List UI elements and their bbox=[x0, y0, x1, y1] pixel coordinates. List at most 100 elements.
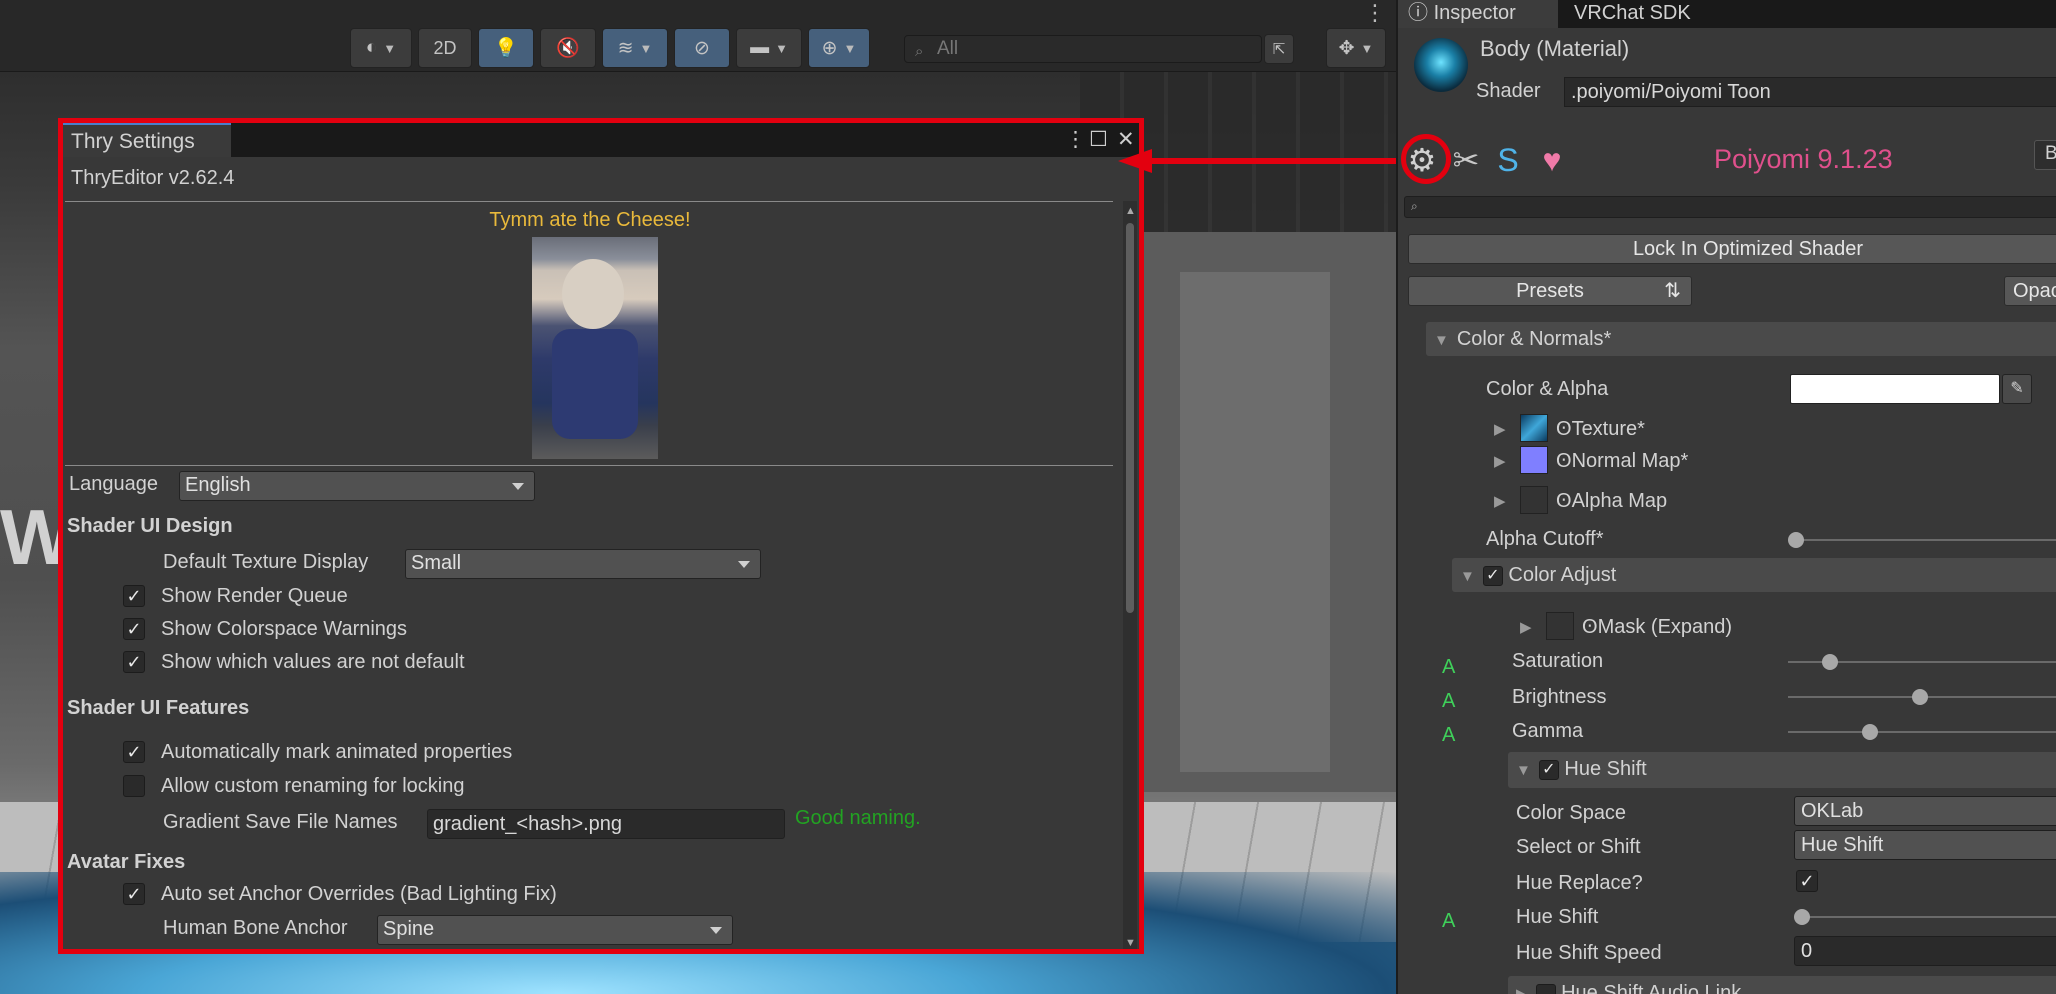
auto-anchor-checkbox[interactable]: ✓ bbox=[123, 883, 145, 905]
more-options-icon[interactable]: ⋮ bbox=[1364, 0, 1386, 26]
animated-marker: A bbox=[1442, 690, 1456, 712]
right-button[interactable]: B bbox=[2034, 140, 2056, 170]
show-render-queue-checkbox[interactable]: ✓ bbox=[123, 585, 145, 607]
cheese-photo bbox=[532, 237, 658, 459]
thry-settings-window: Thry Settings ⋮ ☐ ✕ ThryEditor v2.62.4 T… bbox=[58, 118, 1144, 954]
default-texture-label: Default Texture Display bbox=[163, 551, 369, 573]
normal-map-thumbnail[interactable] bbox=[1520, 446, 1548, 474]
gamma-slider[interactable] bbox=[1788, 731, 2056, 733]
default-texture-value: Small bbox=[411, 552, 462, 574]
stack-icon[interactable]: S bbox=[1488, 140, 1528, 180]
alpha-map-thumbnail[interactable] bbox=[1520, 486, 1548, 514]
thry-settings-tab[interactable]: Thry Settings bbox=[63, 123, 231, 157]
heart-icon[interactable]: ♥ bbox=[1532, 140, 1572, 180]
show-colorspace-checkbox[interactable]: ✓ bbox=[123, 618, 145, 640]
info-icon: ⓘ bbox=[1408, 2, 1434, 24]
scene-search-input[interactable]: ⌕ All bbox=[904, 35, 1262, 63]
maximize-icon[interactable]: ☐ bbox=[1089, 127, 1108, 152]
opacity-button[interactable]: Opac bbox=[2004, 276, 2056, 306]
color-adjust-checkbox[interactable]: ✓ bbox=[1482, 565, 1503, 586]
expand-triangle-icon[interactable]: ▶ bbox=[1520, 618, 1532, 636]
alpha-cutoff-knob[interactable] bbox=[1788, 532, 1804, 548]
hue-shift-label: Hue Shift bbox=[1516, 906, 1599, 928]
hue-replace-checkbox[interactable]: ✓ bbox=[1796, 870, 1818, 892]
mode-2d-button[interactable]: 2D bbox=[418, 28, 472, 68]
gradient-label: Gradient Save File Names bbox=[163, 811, 398, 833]
group-color-normals[interactable]: ▼ Color & Normals* bbox=[1426, 322, 2056, 356]
scrollbar-thumb[interactable] bbox=[1126, 223, 1134, 613]
group-hue-shift[interactable]: ▼ ✓ Hue Shift bbox=[1508, 752, 2056, 788]
color-adjust-label: Color Adjust bbox=[1508, 564, 1617, 586]
color-alpha-label: Color & Alpha bbox=[1486, 378, 1609, 400]
scroll-down-arrow-icon[interactable]: ▼ bbox=[1125, 937, 1136, 949]
gizmos-toggle[interactable]: ⊕ ▼ bbox=[808, 28, 870, 68]
visibility-toggle[interactable]: ⊘ bbox=[674, 28, 730, 68]
menu-icon[interactable]: ⋮ bbox=[1065, 127, 1086, 152]
inspector-panel: ⓘ Inspector VRChat SDK Body (Material) S… bbox=[1396, 0, 2056, 994]
lock-in-button[interactable]: Lock In Optimized Shader bbox=[1408, 234, 2056, 264]
search-options-button[interactable]: ⇱ bbox=[1264, 34, 1294, 64]
alpha-map-text: Alpha Map bbox=[1571, 490, 1668, 512]
hue-shift-group-label: Hue Shift bbox=[1564, 758, 1647, 780]
mute-icon: 🔇 bbox=[556, 38, 580, 59]
expand-triangle-icon[interactable]: ▶ bbox=[1494, 452, 1506, 470]
thry-settings-body: Tymm ate the Cheese! Language English Sh… bbox=[63, 201, 1117, 949]
color-space-select[interactable]: OKLab bbox=[1794, 796, 2056, 826]
hue-audio-checkbox[interactable] bbox=[1535, 983, 1556, 994]
mask-thumbnail[interactable] bbox=[1546, 612, 1574, 640]
group-color-adjust[interactable]: ▼ ✓ Color Adjust bbox=[1452, 558, 2056, 592]
tools-icon[interactable]: ✂ bbox=[1446, 140, 1486, 180]
poiyomi-version: Poiyomi 9.1.23 bbox=[1714, 144, 1893, 174]
property-search-input[interactable]: ⌕ bbox=[1404, 196, 2056, 218]
brightness-knob[interactable] bbox=[1912, 689, 1928, 705]
alpha-cutoff-slider[interactable] bbox=[1794, 539, 2056, 541]
language-select[interactable]: English bbox=[179, 471, 535, 501]
expand-triangle-icon[interactable]: ▶ bbox=[1494, 492, 1506, 510]
collapse-triangle-icon: ▼ bbox=[1516, 762, 1531, 779]
tab-vrchat-sdk[interactable]: VRChat SDK bbox=[1564, 0, 1701, 28]
shader-select[interactable]: .poiyomi/Poiyomi Toon bbox=[1564, 77, 2056, 107]
annotation-arrow-head bbox=[1118, 149, 1152, 173]
link-icon: ʘ bbox=[1556, 450, 1572, 472]
hue-shift-speed-value: 0 bbox=[1801, 940, 1813, 962]
scene-toolbar: ⋮ ◐ ▼ 2D 💡 🔇 ≋ ▼ ⊘ ▬ ▼ ⊕ ▼ ⌕ All ⇱ ✥ ▼ bbox=[0, 0, 1396, 72]
lighting-toggle[interactable]: 💡 bbox=[478, 28, 534, 68]
texture-text: Texture* bbox=[1571, 418, 1645, 440]
gradient-name-input[interactable]: gradient_<hash>.png bbox=[427, 809, 785, 839]
hue-shift-speed-input[interactable]: 0 bbox=[1794, 936, 2056, 966]
bone-anchor-select[interactable]: Spine bbox=[377, 915, 733, 945]
default-texture-select[interactable]: Small bbox=[405, 549, 761, 579]
hue-shift-knob[interactable] bbox=[1794, 909, 1810, 925]
gamma-label: Gamma bbox=[1512, 720, 1584, 742]
orientation-button[interactable]: ✥ ▼ bbox=[1326, 28, 1386, 68]
select-shift-value: Hue Shift bbox=[1801, 834, 1884, 856]
gamma-knob[interactable] bbox=[1862, 724, 1878, 740]
show-values-checkbox[interactable]: ✓ bbox=[123, 651, 145, 673]
texture-thumbnail[interactable] bbox=[1520, 414, 1548, 442]
audio-toggle[interactable]: 🔇 bbox=[540, 28, 596, 68]
scroll-up-arrow-icon[interactable]: ▲ bbox=[1125, 205, 1136, 217]
presets-button[interactable]: Presets ⇅ bbox=[1408, 276, 1692, 306]
hue-shift-slider[interactable] bbox=[1798, 916, 2056, 918]
group-hue-audio-link[interactable]: ▶ Hue Shift Audio Link bbox=[1508, 976, 2056, 994]
search-icon: ⌕ bbox=[1411, 199, 1418, 213]
expand-triangle-icon[interactable]: ▶ bbox=[1494, 420, 1506, 438]
hue-audio-label: Hue Shift Audio Link bbox=[1561, 982, 1742, 994]
material-name: Body (Material) bbox=[1480, 36, 1630, 61]
collapse-triangle-icon: ▼ bbox=[1434, 332, 1449, 349]
select-shift-select[interactable]: Hue Shift bbox=[1794, 830, 2056, 860]
eyedropper-icon[interactable]: ✎ bbox=[2002, 374, 2032, 404]
camera-button[interactable]: ▬ ▼ bbox=[736, 28, 802, 68]
draw-mode-button[interactable]: ◐ ▼ bbox=[350, 28, 412, 68]
show-colorspace-label: Show Colorspace Warnings bbox=[161, 618, 408, 640]
animated-marker: A bbox=[1442, 656, 1456, 678]
link-icon: ʘ bbox=[1582, 616, 1598, 638]
saturation-knob[interactable] bbox=[1822, 654, 1838, 670]
auto-mark-checkbox[interactable]: ✓ bbox=[123, 741, 145, 763]
color-swatch[interactable] bbox=[1790, 374, 2000, 404]
allow-rename-checkbox[interactable] bbox=[123, 775, 145, 797]
effects-toggle[interactable]: ≋ ▼ bbox=[602, 28, 668, 68]
inspector-tabbar: ⓘ Inspector VRChat SDK bbox=[1398, 0, 2056, 28]
hue-shift-checkbox[interactable]: ✓ bbox=[1538, 759, 1559, 780]
tab-inspector[interactable]: ⓘ Inspector bbox=[1398, 0, 1558, 28]
